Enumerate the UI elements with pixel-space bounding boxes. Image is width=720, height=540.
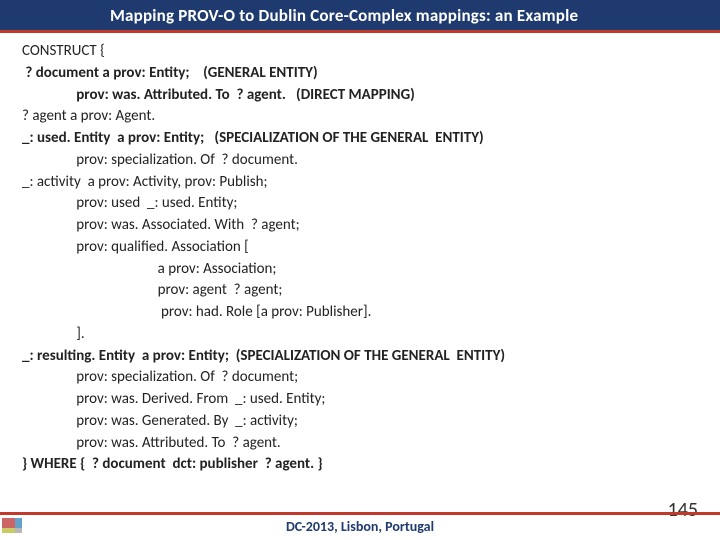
code-line: prov: was. Attributed. To ? agent. (DIRE…	[22, 85, 700, 107]
code-line: prov: specialization. Of ? document;	[22, 367, 700, 389]
code-line: CONSTRUCT {	[22, 41, 700, 63]
code-line: _: used. Entity a prov: Entity; (SPECIAL…	[22, 128, 700, 150]
logo-icon	[2, 518, 28, 538]
code-line: ? agent a prov: Agent.	[22, 106, 700, 128]
slide: Mapping PROV-O to Dublin Core-Complex ma…	[0, 0, 720, 540]
code-line: ? document a prov: Entity; (GENERAL ENTI…	[22, 63, 700, 85]
code-line: prov: qualified. Association [	[22, 237, 700, 259]
footer: DC-2013, Lisbon, Portugal	[0, 512, 720, 540]
slide-title: Mapping PROV-O to Dublin Core-Complex ma…	[110, 5, 578, 26]
code-line: } WHERE { ? document dct: publisher ? ag…	[22, 454, 700, 476]
code-line: prov: was. Attributed. To ? agent.	[22, 433, 700, 455]
code-line: prov: used _: used. Entity;	[22, 193, 700, 215]
code-line: _: resulting. Entity a prov: Entity; (SP…	[22, 346, 700, 368]
code-line: prov: was. Derived. From _: used. Entity…	[22, 389, 700, 411]
code-line: _: activity a prov: Activity, prov: Publ…	[22, 172, 700, 194]
code-line: prov: was. Associated. With ? agent;	[22, 215, 700, 237]
code-line: prov: was. Generated. By _: activity;	[22, 411, 700, 433]
code-line: prov: specialization. Of ? document.	[22, 150, 700, 172]
code-line: prov: agent ? agent;	[22, 280, 700, 302]
code-line: prov: had. Role [a prov: Publisher].	[22, 302, 700, 324]
code-line: a prov: Association;	[22, 259, 700, 281]
code-line: ].	[22, 324, 700, 346]
title-bar: Mapping PROV-O to Dublin Core-Complex ma…	[0, 0, 720, 30]
footer-text: DC-2013, Lisbon, Portugal	[0, 515, 720, 535]
code-block: CONSTRUCT { ? document a prov: Entity; (…	[0, 33, 720, 476]
